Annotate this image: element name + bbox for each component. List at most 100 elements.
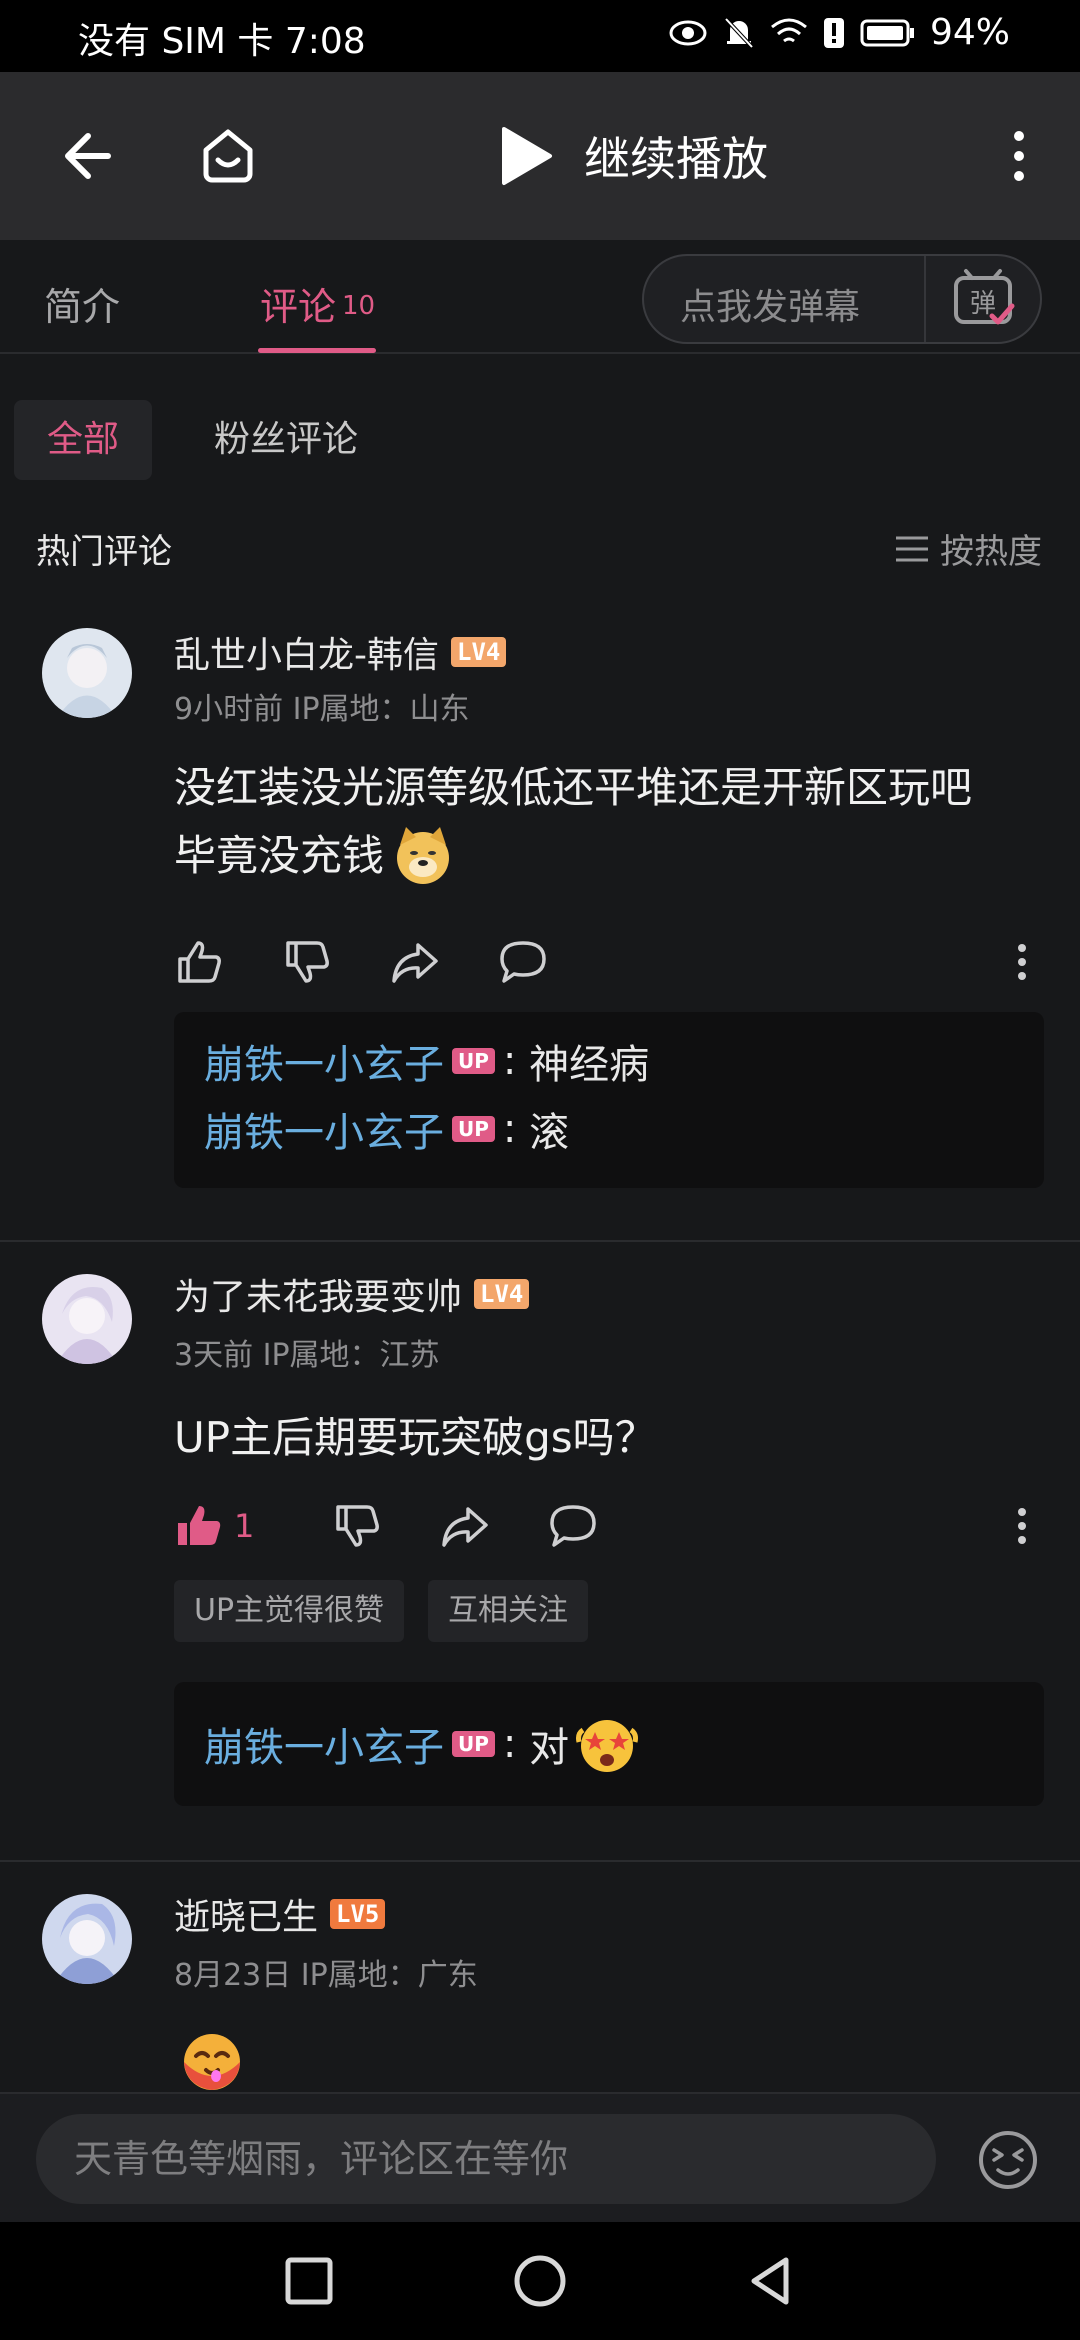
reply-colon: : (502, 1721, 530, 1767)
comment-username[interactable]: 逝晓已生 LV5 (174, 1888, 386, 1940)
comment-divider (0, 1240, 1080, 1242)
comment-actions (174, 932, 606, 992)
comment-bubble-icon (500, 941, 546, 983)
username-text: 乱世小白龙-韩信 (174, 635, 439, 676)
like-button[interactable] (174, 932, 234, 992)
wifi-icon (771, 18, 807, 42)
status-bar: 没有 SIM 卡 7:08 94% (0, 0, 1080, 72)
emoji-face-icon[interactable] (976, 2128, 1040, 2192)
username-text: 为了未花我要变帅 (174, 1277, 463, 1318)
reply-colon: : (502, 1106, 530, 1152)
recents-square-icon[interactable] (280, 2252, 338, 2310)
reply-item: 崩铁一小玄子 UP : 滚 (204, 1100, 569, 1158)
comment-text: UP主后期要玩突破gs吗？ (174, 1413, 657, 1462)
like-button[interactable]: 1 (174, 1496, 284, 1556)
comment-meta: 3天前 IP属地：江苏 (174, 1338, 440, 1373)
reply-item: 崩铁一小玄子 UP : 神经病 (204, 1032, 649, 1090)
comment-text-line: 没红装没光源等级低还平堆还是开新区玩吧 (174, 763, 973, 812)
reply-text: 滚 (529, 1110, 570, 1156)
eye-icon (669, 20, 707, 45)
comment-meta: 8月23日 IP属地：广东 (174, 1958, 478, 1993)
list-sort-icon (896, 536, 928, 561)
arrow-left-icon[interactable] (52, 124, 116, 188)
share-button[interactable] (440, 1496, 500, 1556)
tab-comments[interactable]: 评论 10 (260, 276, 375, 331)
share-icon (442, 1507, 488, 1547)
up-badge: UP (452, 1116, 495, 1142)
up-badge: UP (452, 1048, 495, 1074)
status-icons: 94% (668, 12, 1010, 53)
reply-author[interactable]: 崩铁一小玄子 (204, 1715, 444, 1773)
battery-percent: 94% (929, 12, 1010, 53)
comment-username[interactable]: 乱世小白龙-韩信 LV4 (174, 626, 507, 678)
tab-comments-count: 10 (342, 291, 376, 321)
reply-author[interactable]: 崩铁一小玄子 (204, 1100, 444, 1158)
reply-colon: : (502, 1038, 530, 1084)
reply-text: 对 (529, 1725, 570, 1771)
filter-fans[interactable]: 粉丝评论 (214, 400, 414, 480)
reply-box[interactable]: 崩铁一小玄子 UP : 神经病 崩铁一小玄子 UP : 滚 (174, 1012, 1044, 1188)
sort-button[interactable]: 按热度 (894, 524, 1042, 573)
mute-bell-icon (724, 17, 754, 48)
dislike-button[interactable] (332, 1496, 392, 1556)
comment-tags: UP主觉得很赞 互相关注 (174, 1580, 589, 1642)
comment-input[interactable]: 天青色等烟雨，评论区在等你 (36, 2114, 936, 2204)
thumbs-down-icon (336, 1505, 379, 1547)
reply-button[interactable] (548, 1496, 608, 1556)
page-title: 继续播放 (584, 132, 768, 186)
comment-divider (0, 1860, 1080, 1862)
tab-bar: 简介 评论 10 点我发弹幕 弹 (0, 240, 1080, 354)
filter-all[interactable]: 全部 (14, 400, 152, 480)
comment-text-line: 毕竟没充钱 (174, 822, 1044, 890)
status-carrier-time: 没有 SIM 卡 7:08 (78, 21, 366, 62)
reply-item: 崩铁一小玄子 UP : 对 (204, 1712, 639, 1776)
more-vertical-icon[interactable] (1004, 124, 1034, 188)
more-vertical-icon[interactable] (1012, 1496, 1032, 1556)
comment-input-bar: 天青色等烟雨，评论区在等你 (0, 2092, 1080, 2222)
thumbs-down-icon (286, 941, 329, 983)
more-vertical-icon[interactable] (1012, 932, 1032, 992)
share-button[interactable] (390, 932, 450, 992)
username-text: 逝晓已生 (174, 1897, 319, 1938)
home-tv-icon[interactable] (196, 124, 260, 188)
section-title: 热门评论 (36, 532, 172, 572)
level-badge: LV4 (474, 1279, 530, 1309)
reply-box[interactable]: 崩铁一小玄子 UP : 对 (174, 1682, 1044, 1806)
back-triangle-icon[interactable] (742, 2252, 800, 2310)
avatar[interactable] (42, 1894, 132, 1984)
doge-emoji (397, 827, 450, 884)
avatar[interactable] (42, 1274, 132, 1364)
play-icon (502, 127, 552, 185)
reply-text: 神经病 (529, 1042, 650, 1088)
tab-intro[interactable]: 简介 (44, 276, 120, 331)
continue-play-button[interactable]: 继续播放 (498, 120, 768, 192)
alert-icon (823, 17, 844, 48)
comment-actions: 1 (174, 1496, 656, 1556)
reply-author[interactable]: 崩铁一小玄子 (204, 1032, 444, 1090)
active-tab-indicator (258, 348, 376, 353)
top-bar: 继续播放 (0, 72, 1080, 240)
tab-comments-label: 评论 (260, 285, 337, 329)
dislike-button[interactable] (282, 932, 342, 992)
level-badge: LV4 (451, 637, 507, 667)
comment-text: 没红装没光源等级低还平堆还是开新区玩吧 毕竟没充钱 (174, 754, 1044, 890)
danmu-input[interactable]: 点我发弹幕 弹 (642, 254, 1042, 344)
danmu-placeholder: 点我发弹幕 (680, 287, 861, 328)
avatar[interactable] (42, 628, 132, 718)
home-circle-icon[interactable] (511, 2252, 569, 2310)
share-icon (392, 943, 438, 983)
tag-up-liked: UP主觉得很赞 (174, 1580, 405, 1642)
like-count: 1 (234, 1507, 255, 1545)
tag-mutual-follow: 互相关注 (428, 1580, 589, 1642)
comment-text-line-2: 毕竟没充钱 (174, 831, 385, 880)
starry-eyed-emoji (576, 1720, 639, 1772)
comment-meta: 9小时前 IP属地：山东 (174, 692, 470, 727)
reply-button[interactable] (498, 932, 558, 992)
system-nav-bar (0, 2222, 1080, 2340)
comment-username[interactable]: 为了未花我要变帅 LV4 (174, 1268, 530, 1320)
danmu-separator (924, 256, 926, 342)
danmu-toggle-icon[interactable]: 弹 (950, 268, 1016, 330)
level-badge: LV5 (330, 1899, 386, 1929)
thumbs-up-icon (178, 941, 221, 983)
sort-label: 按热度 (940, 532, 1042, 572)
